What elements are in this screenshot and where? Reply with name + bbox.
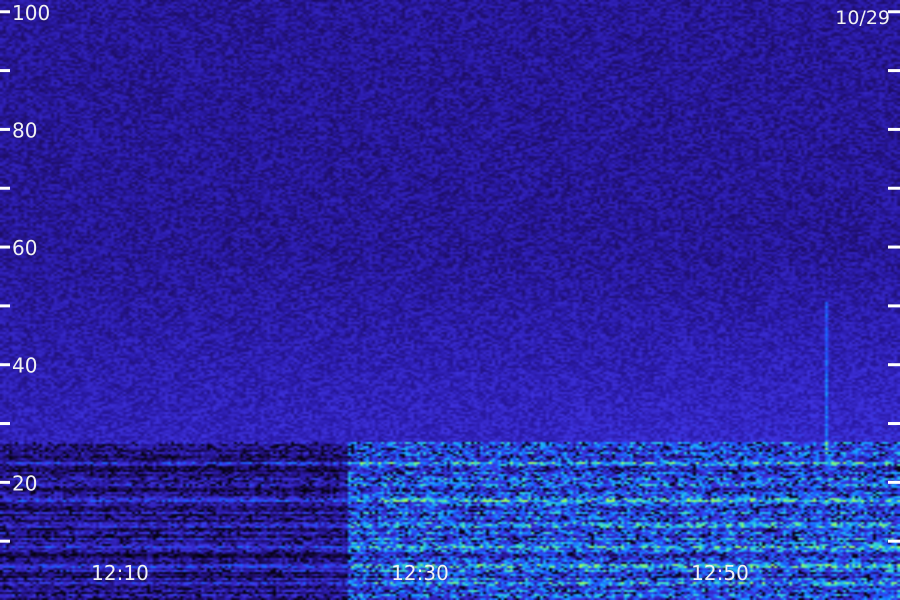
- date-label: 10/29: [835, 7, 890, 29]
- x-tick-label: 12:50: [691, 561, 749, 585]
- y-tick-label: 100: [12, 1, 50, 25]
- y-tick-label: 40: [12, 354, 37, 378]
- y-tick-label: 20: [12, 471, 37, 495]
- spectrogram-chart: 20 40 60 80 100 12:10 12:30 12:50 10/29: [0, 0, 900, 600]
- y-tick-label: 60: [12, 236, 37, 260]
- x-tick-label: 12:30: [391, 561, 449, 585]
- x-tick-label: 12:10: [91, 561, 149, 585]
- spectrogram-heatmap: [0, 0, 900, 600]
- y-tick-label: 80: [12, 118, 37, 142]
